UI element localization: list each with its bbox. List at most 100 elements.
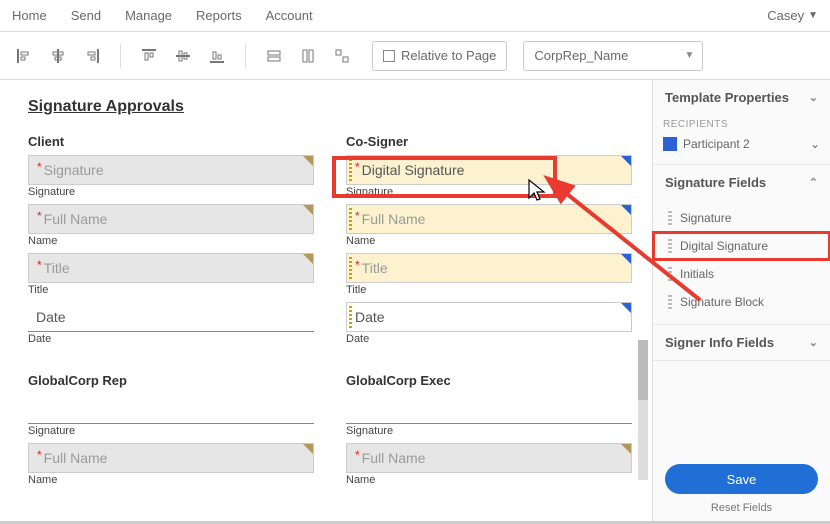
recipient-row[interactable]: Participant 2 ⌄ xyxy=(663,134,820,154)
select-value: CorpRep_Name xyxy=(534,48,628,63)
separator xyxy=(120,44,121,68)
chevron-down-icon: ⌄ xyxy=(809,91,818,104)
section-title: Signature Approvals xyxy=(28,98,632,116)
form-field[interactable]: *Signature xyxy=(28,155,314,185)
field-corner-icon xyxy=(621,303,631,313)
field-label: Name xyxy=(346,235,632,247)
field-label: Signature xyxy=(346,425,632,437)
align-left-icon[interactable] xyxy=(10,42,38,70)
form-field[interactable]: *Title xyxy=(346,253,632,283)
field-label: Title xyxy=(28,284,314,296)
field-corner-icon xyxy=(621,254,631,264)
align-top-icon[interactable] xyxy=(135,42,163,70)
form-field[interactable]: *Full Name xyxy=(28,204,314,234)
column-title: Co-Signer xyxy=(346,134,632,149)
nav-send[interactable]: Send xyxy=(71,8,101,23)
field-name-select[interactable]: CorpRep_Name ▼ xyxy=(523,41,703,71)
column-title: GlobalCorp Exec xyxy=(346,373,632,388)
form-field[interactable]: *Title xyxy=(28,253,314,283)
align-bottom-icon[interactable] xyxy=(203,42,231,70)
reset-fields-link[interactable]: Reset Fields xyxy=(653,498,830,524)
match-size-icon[interactable] xyxy=(328,42,356,70)
form-field[interactable]: *Full Name xyxy=(346,204,632,234)
nav-account[interactable]: Account xyxy=(266,8,313,23)
template-properties-label: Template Properties xyxy=(665,90,789,105)
field-corner-icon xyxy=(621,156,631,166)
signature-fields-header[interactable]: Signature Fields ⌃ xyxy=(653,165,830,200)
field-label: Name xyxy=(28,235,314,247)
required-icon: * xyxy=(37,258,42,272)
field-corner-icon xyxy=(621,444,631,454)
user-name: Casey xyxy=(767,8,804,23)
align-right-icon[interactable] xyxy=(78,42,106,70)
properties-panel: Template Properties ⌄ RECIPIENTS Partici… xyxy=(652,80,830,524)
field-placeholder: Full Name xyxy=(362,450,426,466)
form-field[interactable]: Date xyxy=(28,302,314,332)
field-corner-icon xyxy=(303,156,313,166)
signature-field-item[interactable]: Digital Signature xyxy=(653,232,830,260)
separator xyxy=(245,44,246,68)
signature-field-item[interactable]: Initials xyxy=(653,260,830,288)
required-icon: * xyxy=(355,209,360,223)
field-corner-icon xyxy=(303,444,313,454)
field-label: Date xyxy=(28,333,314,345)
template-properties-header[interactable]: Template Properties ⌄ xyxy=(653,80,830,115)
form-field[interactable]: *Full Name xyxy=(28,443,314,473)
column-title: Client xyxy=(28,134,314,149)
form-field[interactable]: *Digital Signature xyxy=(346,155,632,185)
field-placeholder: Full Name xyxy=(44,211,108,227)
field-placeholder: Signature xyxy=(44,162,104,178)
chevron-down-icon: ⌄ xyxy=(809,336,818,349)
required-icon: * xyxy=(37,160,42,174)
top-nav: Home Send Manage Reports Account Casey ▼ xyxy=(0,0,830,32)
form-field[interactable]: Date xyxy=(346,302,632,332)
field-label: Name xyxy=(28,474,314,486)
field-label: Title xyxy=(346,284,632,296)
signature-field-item[interactable]: Signature xyxy=(653,204,830,232)
required-icon: * xyxy=(355,448,360,462)
recipient-name: Participant 2 xyxy=(683,137,810,151)
signature-field-item[interactable]: Signature Block xyxy=(653,288,830,316)
align-center-h-icon[interactable] xyxy=(44,42,72,70)
caret-down-icon: ▼ xyxy=(808,10,818,21)
column-title: GlobalCorp Rep xyxy=(28,373,314,388)
required-icon: * xyxy=(355,258,360,272)
field-placeholder: Digital Signature xyxy=(362,162,465,178)
field-label: Name xyxy=(346,474,632,486)
form-field[interactable] xyxy=(28,394,314,424)
chevron-up-icon: ⌃ xyxy=(809,176,818,189)
form-field[interactable] xyxy=(346,394,632,424)
scrollbar-thumb[interactable] xyxy=(638,340,648,400)
field-placeholder: Title xyxy=(362,260,388,276)
form-canvas[interactable]: Signature Approvals Client*SignatureSign… xyxy=(0,80,652,524)
field-corner-icon xyxy=(303,254,313,264)
field-placeholder: Title xyxy=(44,260,70,276)
relative-to-page-label: Relative to Page xyxy=(401,48,496,63)
field-label: Signature xyxy=(28,425,314,437)
user-menu[interactable]: Casey ▼ xyxy=(767,8,818,23)
chevron-down-icon: ▼ xyxy=(685,50,695,61)
field-label: Signature xyxy=(346,186,632,198)
field-corner-icon xyxy=(621,205,631,215)
form-field[interactable]: *Full Name xyxy=(346,443,632,473)
signer-info-fields-header[interactable]: Signer Info Fields ⌄ xyxy=(653,325,830,360)
toolbar: Relative to Page CorpRep_Name ▼ xyxy=(0,32,830,80)
nav-reports[interactable]: Reports xyxy=(196,8,242,23)
signer-info-fields-label: Signer Info Fields xyxy=(665,335,774,350)
required-icon: * xyxy=(37,209,42,223)
save-button[interactable]: Save xyxy=(665,464,818,494)
chevron-down-icon: ⌄ xyxy=(810,137,820,151)
match-width-icon[interactable] xyxy=(260,42,288,70)
scrollbar[interactable] xyxy=(638,340,648,480)
recipients-label: RECIPIENTS xyxy=(663,119,820,130)
align-middle-icon[interactable] xyxy=(169,42,197,70)
required-icon: * xyxy=(355,160,360,174)
relative-to-page-toggle[interactable]: Relative to Page xyxy=(372,41,507,71)
field-placeholder: Date xyxy=(355,309,385,325)
match-height-icon[interactable] xyxy=(294,42,322,70)
nav-manage[interactable]: Manage xyxy=(125,8,172,23)
field-label: Date xyxy=(346,333,632,345)
field-placeholder: Date xyxy=(36,309,66,325)
recipient-color-swatch xyxy=(663,137,677,151)
nav-home[interactable]: Home xyxy=(12,8,47,23)
